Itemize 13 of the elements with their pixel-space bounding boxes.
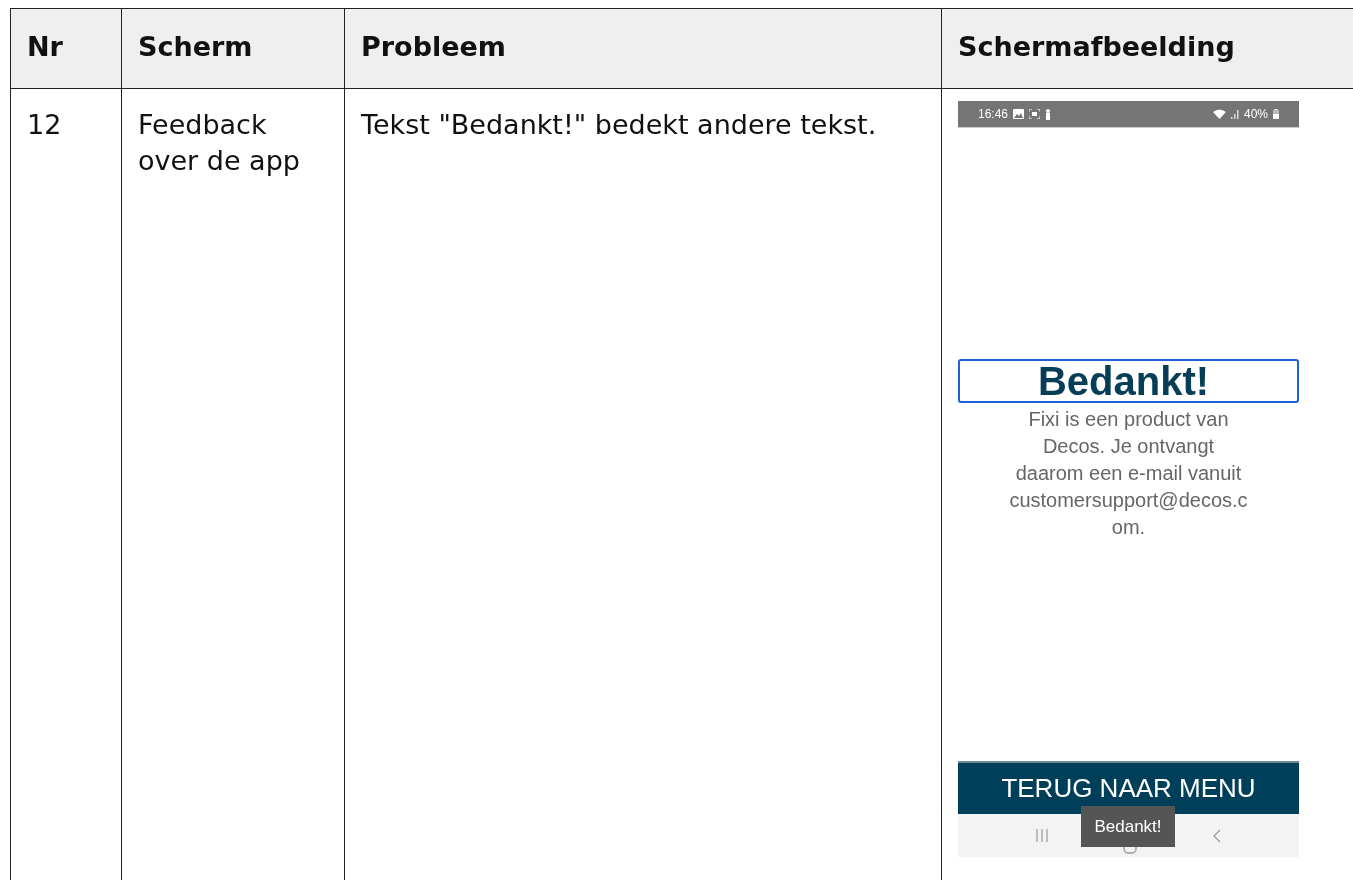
back-to-menu-button[interactable]: TERUG NAAR MENU: [958, 761, 1299, 814]
status-time: 16:46: [978, 107, 1009, 121]
column-header: Scherm: [122, 9, 345, 89]
toast-message: Bedankt!: [1081, 806, 1175, 847]
column-header: Schermafbeelding: [942, 9, 1353, 89]
column-header: Probleem: [345, 9, 942, 89]
table-cell-text: 12: [27, 108, 62, 142]
table-cell-text: Feedback over de app: [138, 108, 301, 179]
column-header: Nr: [11, 9, 122, 89]
table-cell-text: Tekst "Bedankt!" bedekt andere tekst.: [361, 108, 877, 142]
title-text: Bedankt!: [1037, 361, 1210, 401]
battery-percent: 40%: [1243, 107, 1268, 121]
info-text: Fixi is een product van Decos. Je ontvangt daarom een e-mail vanuit customersupport@decos.c om.: [1008, 407, 1249, 540]
